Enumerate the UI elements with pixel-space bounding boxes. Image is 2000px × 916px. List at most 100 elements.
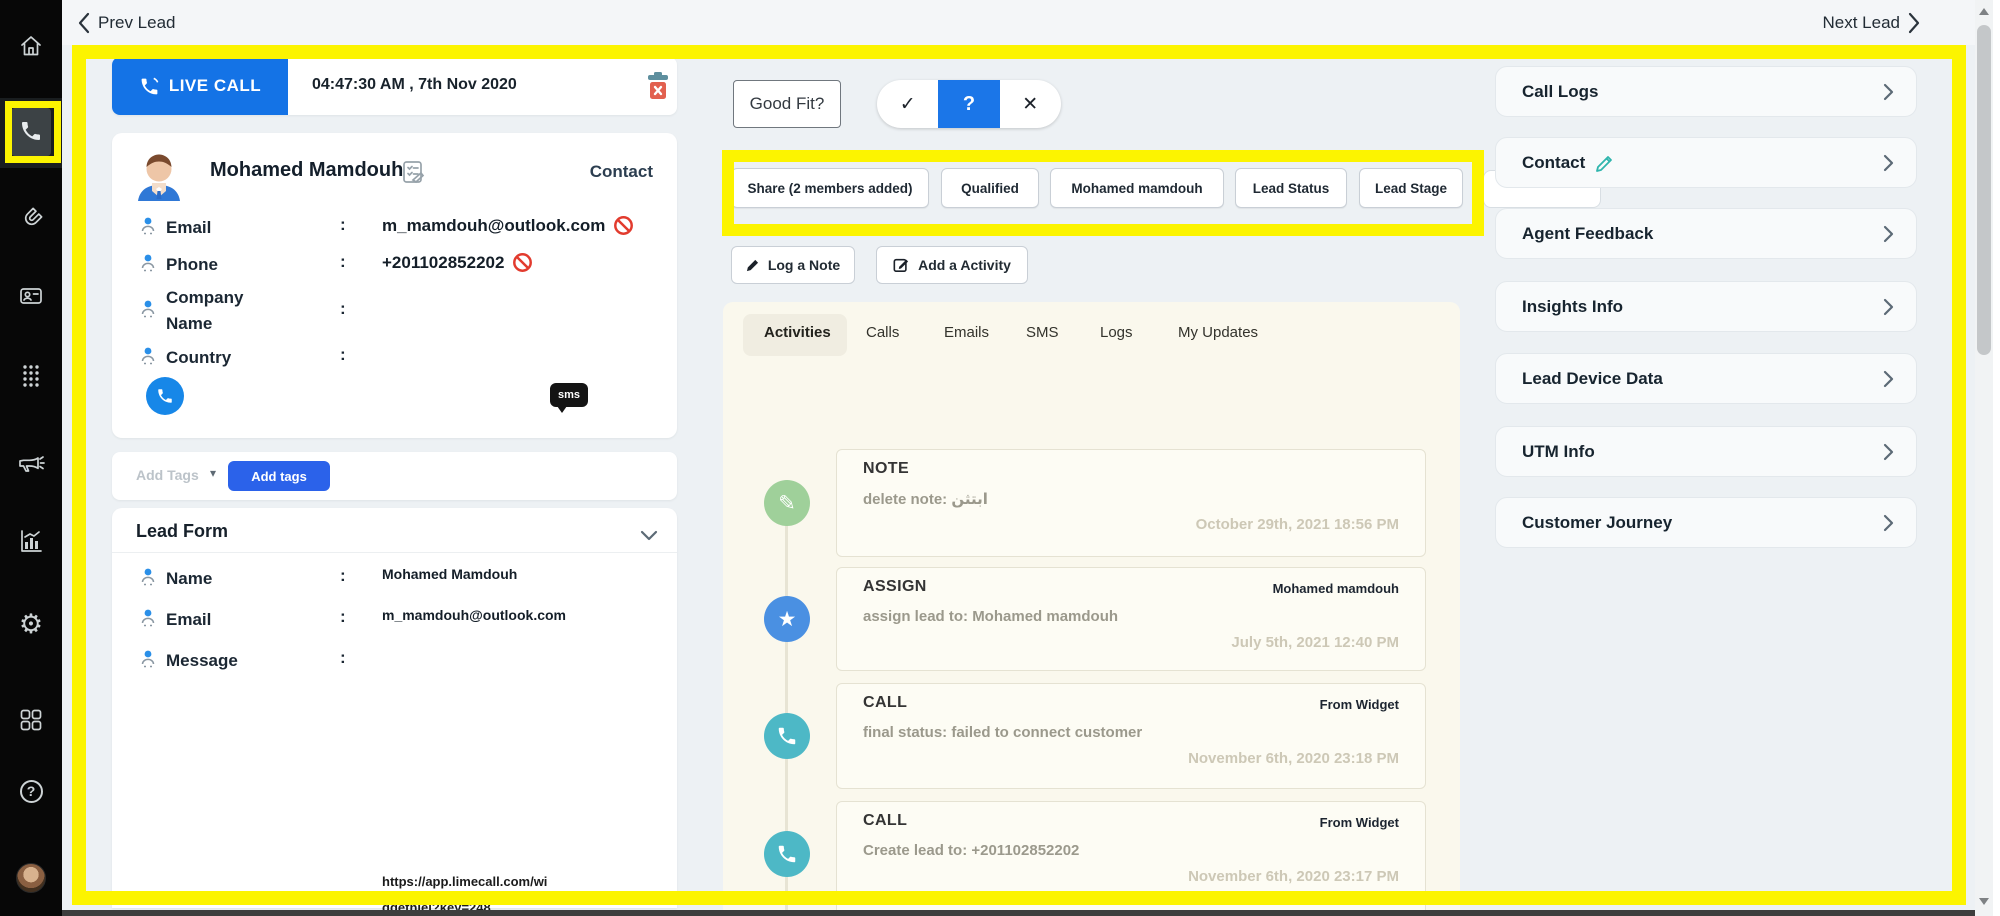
timeline-entry-call-2[interactable]: CALL From Widget Create lead to: +201102… (836, 801, 1426, 916)
call-phone-icon (764, 713, 810, 759)
assignee-button[interactable]: Mohamed mamdouh (1050, 168, 1224, 208)
call-timestamp: 04:47:30 AM , 7th Nov 2020 (312, 76, 517, 94)
chevron-right-icon (1883, 83, 1894, 106)
tab-sms[interactable]: SMS (1026, 324, 1059, 341)
prev-lead-label: Prev Lead (98, 13, 176, 33)
home-icon[interactable] (0, 26, 62, 66)
lead-detail-screen: ⚙ ? Prev Lead Next Lead LIVE CALL 04:47:… (0, 0, 2000, 916)
contact-phone-value[interactable]: +201102852202 (382, 253, 504, 273)
lead-status-button[interactable]: Lead Status (1235, 168, 1347, 208)
scrollbar-thumb[interactable] (1977, 25, 1991, 355)
blocked-icon (613, 215, 634, 236)
campaigns-megaphone-icon[interactable] (0, 443, 62, 483)
sms-button[interactable]: sms (550, 383, 588, 407)
good-fit-segmented-control: ✓ ? ✕ (877, 80, 1061, 128)
live-call-badge: LIVE CALL (112, 57, 288, 115)
lead-form-card: Lead Form Name : Mohamed Mamdouh Email :… (112, 508, 677, 908)
collapse-chevron-icon[interactable] (640, 528, 658, 546)
scroll-up-arrow[interactable] (1979, 8, 1989, 15)
add-tags-dropdown[interactable]: Add Tags (136, 467, 199, 483)
call-contact-button[interactable] (146, 377, 184, 415)
tab-my-updates[interactable]: My Updates (1178, 324, 1258, 341)
assign-star-icon: ★ (764, 596, 810, 642)
edit-square-icon (893, 257, 909, 273)
person-pin-icon (140, 649, 156, 668)
contact-avatar (130, 149, 188, 206)
chevron-right-icon (1908, 12, 1920, 34)
person-pin-icon (140, 216, 156, 235)
call-phone-icon (764, 831, 810, 877)
caret-down-icon[interactable]: ▾ (210, 466, 216, 480)
panel-contact[interactable]: Contact (1495, 137, 1917, 188)
contacts-card-icon[interactable] (0, 276, 62, 316)
live-call-phone-icon (139, 76, 160, 97)
chevron-right-icon (1883, 443, 1894, 466)
tab-activities[interactable]: Activities (764, 324, 831, 341)
integrations-apps-icon[interactable] (0, 700, 62, 740)
fit-no-button[interactable]: ✕ (1000, 80, 1061, 128)
add-tags-button[interactable]: Add tags (228, 461, 330, 491)
fit-yes-button[interactable]: ✓ (877, 80, 938, 128)
help-icon[interactable]: ? (0, 771, 62, 811)
next-lead-label: Next Lead (1823, 13, 1901, 33)
tab-logs[interactable]: Logs (1100, 324, 1133, 341)
scroll-down-arrow[interactable] (1979, 898, 1989, 905)
magnet-icon[interactable] (0, 199, 62, 239)
chevron-right-icon (1883, 225, 1894, 248)
tab-calls[interactable]: Calls (866, 324, 899, 341)
delete-lead-trash-icon[interactable] (645, 71, 671, 106)
fit-unsure-button[interactable]: ? (938, 80, 999, 128)
divider (112, 552, 677, 553)
message-url-line1[interactable]: https://app.limecall.com/wi (382, 874, 547, 889)
timeline-entry-call-1[interactable]: CALL From Widget final status: failed to… (836, 683, 1426, 789)
contact-summary-card: Mohamed Mamdouh Contact Email : m_mamdou… (112, 133, 677, 438)
live-call-card: LIVE CALL 04:47:30 AM , 7th Nov 2020 (112, 57, 677, 115)
tab-emails[interactable]: Emails (944, 324, 989, 341)
chevron-right-icon (1883, 514, 1894, 537)
timeline-entry-note[interactable]: NOTE delete note: ابتثن October 29th, 20… (836, 449, 1426, 557)
lead-stage-button[interactable]: Lead Stage (1359, 168, 1463, 208)
qualified-button[interactable]: Qualified (941, 168, 1039, 208)
person-pin-icon (140, 299, 156, 318)
blocked-icon (512, 252, 533, 273)
question-icon: ? (963, 93, 975, 116)
panel-insights-info[interactable]: Insights Info (1495, 281, 1917, 332)
page-scrollbar[interactable] (1975, 0, 1993, 916)
panel-lead-device-data[interactable]: Lead Device Data (1495, 353, 1917, 404)
activity-timeline-panel: Activities Calls Emails SMS Logs My Upda… (723, 302, 1460, 916)
dialpad-icon[interactable] (0, 356, 62, 396)
person-pin-icon (140, 567, 156, 586)
analytics-chart-icon[interactable] (0, 521, 62, 561)
sidebar: ⚙ ? (0, 0, 62, 916)
profile-avatar[interactable] (0, 858, 62, 898)
edit-pencil-icon[interactable] (1595, 153, 1615, 173)
good-fit-button[interactable]: Good Fit? (733, 80, 841, 128)
panel-agent-feedback[interactable]: Agent Feedback (1495, 208, 1917, 259)
contact-email-value[interactable]: m_mamdouh@outlook.com (382, 216, 605, 236)
person-pin-icon (140, 253, 156, 272)
settings-gear-icon[interactable]: ⚙ (0, 604, 62, 644)
add-tags-card: Add Tags ▾ Add tags (112, 452, 677, 500)
top-bar: Prev Lead Next Lead (62, 0, 1975, 45)
live-call-label: LIVE CALL (169, 76, 261, 96)
phone-icon (156, 387, 174, 405)
timeline-entry-assign[interactable]: ASSIGN Mohamed mamdouh assign lead to: M… (836, 567, 1426, 671)
panel-call-logs[interactable]: Call Logs (1495, 66, 1917, 117)
panel-utm-info[interactable]: UTM Info (1495, 426, 1917, 477)
next-lead-button[interactable]: Next Lead (1823, 0, 1921, 45)
cross-icon: ✕ (1022, 93, 1038, 116)
chevron-right-icon (1883, 154, 1894, 177)
lead-form-clipboard-icon[interactable] (400, 159, 426, 190)
share-button[interactable]: Share (2 members added) (731, 168, 929, 208)
window-bottom-border (62, 910, 2000, 916)
phone-icon[interactable] (0, 111, 62, 151)
lead-form-title: Lead Form (136, 521, 228, 542)
chevron-right-icon (1883, 370, 1894, 393)
pencil-icon (746, 259, 759, 272)
prev-lead-button[interactable]: Prev Lead (78, 0, 176, 45)
note-icon: ✎ (764, 480, 810, 526)
log-note-button[interactable]: Log a Note (731, 246, 855, 284)
add-activity-button[interactable]: Add a Activity (876, 246, 1028, 284)
person-pin-icon (140, 608, 156, 627)
panel-customer-journey[interactable]: Customer Journey (1495, 497, 1917, 548)
